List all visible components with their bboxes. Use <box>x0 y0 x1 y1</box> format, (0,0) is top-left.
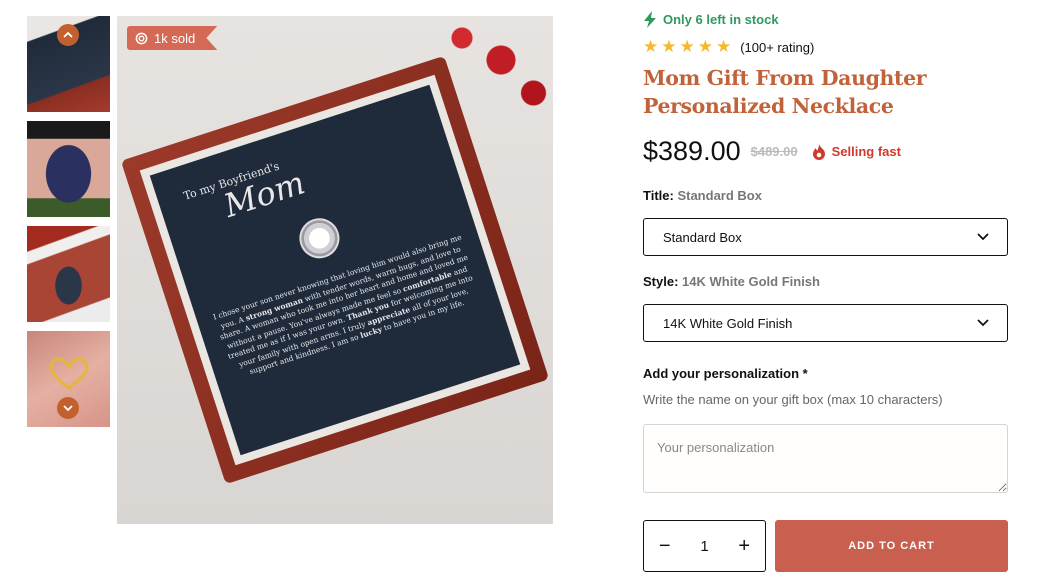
style-option-label: Style: 14K White Gold Finish <box>643 274 820 289</box>
quantity-stepper: − 1 + <box>643 520 766 572</box>
fire-icon <box>812 143 825 160</box>
main-product-image[interactable]: To my Boyfriend's Mom I chose your son n… <box>117 16 553 524</box>
price-row: $389.00 $489.00 Selling fast <box>643 136 901 167</box>
title-select[interactable]: Standard Box <box>643 218 1008 256</box>
chevron-down-icon <box>977 233 989 241</box>
chevron-down-icon <box>977 319 989 327</box>
sold-count: 1k sold <box>154 30 196 46</box>
stock-status: Only 6 left in stock <box>643 11 779 28</box>
heart-necklace-image <box>49 357 89 390</box>
personalization-label: Add your personalization * <box>643 366 808 381</box>
thumbnail-3[interactable] <box>27 226 110 322</box>
rating-count: (100+ rating) <box>740 39 815 55</box>
card-message: I chose your son never knowing that lovi… <box>208 231 487 384</box>
thumbnails-down-button[interactable] <box>57 397 79 419</box>
personalization-help: Write the name on your gift box (max 10 … <box>643 392 943 407</box>
lightning-icon <box>644 11 656 28</box>
decrease-quantity-button[interactable]: − <box>659 535 671 558</box>
style-select[interactable]: 14K White Gold Finish <box>643 304 1008 342</box>
chevron-down-icon <box>63 405 73 412</box>
badge-icon <box>135 32 148 44</box>
current-price: $389.00 <box>643 136 741 166</box>
title-option-label: Title: Standard Box <box>643 188 762 203</box>
star-rating-icons: ★★★★★ <box>643 37 735 56</box>
thumbnails-up-button[interactable] <box>57 24 79 46</box>
selling-fast: Selling fast <box>812 143 901 160</box>
rating: ★★★★★ (100+ rating) <box>643 37 814 57</box>
add-to-cart-button[interactable]: ADD TO CART <box>775 520 1008 572</box>
personalization-input[interactable] <box>643 424 1008 493</box>
thumbnail-2[interactable] <box>27 121 110 217</box>
chevron-up-icon <box>63 31 73 38</box>
pendant <box>294 213 345 264</box>
compare-price: $489.00 <box>750 144 798 159</box>
quantity-value[interactable]: 1 <box>700 538 708 555</box>
sold-badge: 1k sold <box>127 26 218 50</box>
increase-quantity-button[interactable]: + <box>738 535 750 558</box>
product-title: Mom Gift From Daughter Personalized Neck… <box>643 66 927 118</box>
